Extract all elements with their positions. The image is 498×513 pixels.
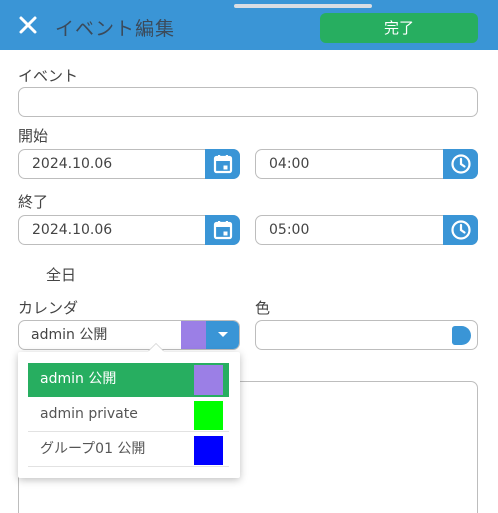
done-button[interactable]: 完了 (320, 13, 478, 43)
color-picker-tab[interactable] (452, 326, 471, 345)
chevron-down-icon (218, 332, 228, 337)
calendar-color-swatch (181, 321, 206, 349)
calendar-option-color-swatch (194, 401, 223, 430)
calendar-dropdown-button[interactable] (206, 321, 239, 349)
calendar-select[interactable]: admin 公開 (18, 320, 240, 350)
dropdown-caret (148, 344, 164, 352)
calendar-icon (213, 155, 232, 174)
calendar-option-label: admin 公開 (40, 371, 117, 387)
calendar-option-color-swatch (194, 365, 223, 395)
calendar-label: カレンダ (18, 299, 79, 317)
event-label: イベント (18, 67, 79, 85)
start-time-picker-button[interactable] (443, 149, 478, 179)
calendar-option-label: グループ01 公開 (40, 441, 146, 457)
start-date-picker-button[interactable] (205, 149, 240, 179)
start-label: 開始 (18, 127, 49, 145)
allday-toggle-label[interactable]: 全日 (46, 264, 76, 285)
color-picker-input[interactable] (255, 320, 478, 350)
calendar-dropdown-menu: admin 公開 admin private グループ01 公開 (18, 344, 240, 478)
end-label: 終了 (18, 193, 49, 211)
calendar-icon (213, 221, 232, 240)
clock-icon (450, 220, 471, 240)
close-button[interactable] (16, 13, 40, 37)
close-icon (19, 16, 37, 34)
calendar-option-color-swatch (194, 436, 223, 465)
color-label: 色 (255, 299, 271, 317)
end-time-picker-button[interactable] (443, 215, 478, 245)
page-title: イベント編集 (55, 18, 176, 40)
clock-icon (450, 154, 471, 174)
calendar-option[interactable]: admin private (28, 398, 229, 432)
calendar-option-label: admin private (40, 406, 138, 422)
event-input[interactable] (18, 87, 478, 117)
calendar-select-value: admin 公開 (31, 327, 108, 343)
top-indicator (234, 4, 372, 8)
calendar-option[interactable]: グループ01 公開 (28, 433, 229, 467)
end-date-picker-button[interactable] (205, 215, 240, 245)
calendar-option[interactable]: admin 公開 (28, 363, 229, 397)
